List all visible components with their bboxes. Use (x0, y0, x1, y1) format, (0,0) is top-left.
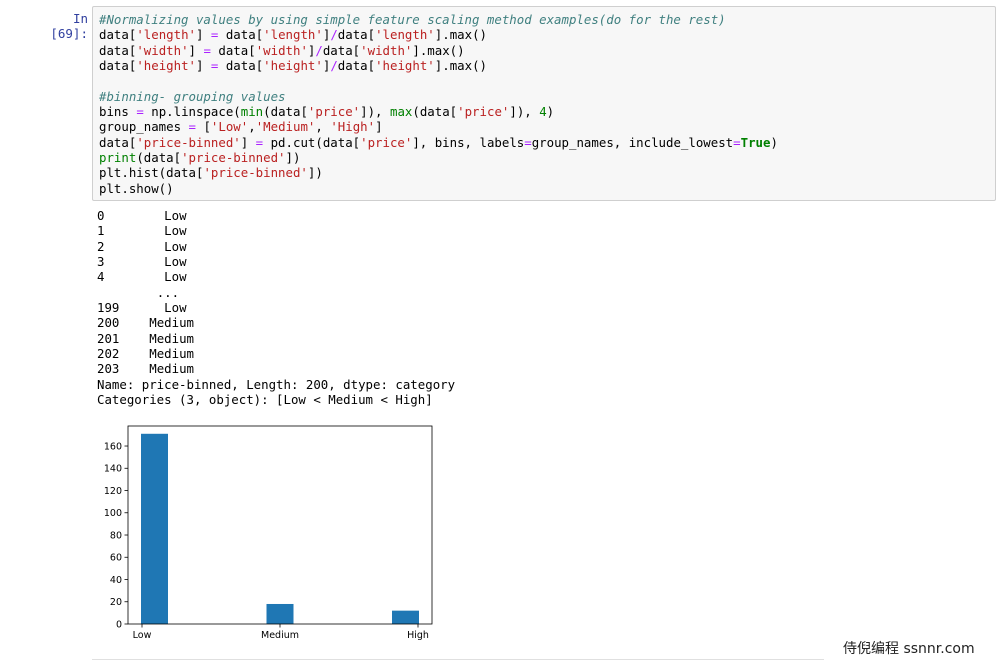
y-tick-label-120: 120 (104, 486, 122, 497)
output-row-2-value: Low (164, 238, 187, 254)
code-comment-binning: #binning- grouping values (99, 88, 286, 104)
bar-medium (266, 603, 294, 624)
y-tick-label-160: 160 (104, 441, 122, 452)
output-row-10-value: Medium (149, 361, 194, 377)
output-row-8-value: Medium (149, 330, 194, 346)
output-row-0-value: Low (164, 208, 187, 223)
output-row-3-value: Low (164, 254, 187, 270)
output-row-7-index: 200 (97, 315, 120, 331)
output-row-4-value: Low (164, 269, 187, 285)
output-row-1-index: 1 (97, 223, 105, 239)
output-row-9-value: Medium (149, 346, 194, 362)
y-tick-label-80: 80 (110, 530, 122, 541)
y-tick-label-60: 60 (110, 553, 122, 564)
x-tick-label-medium: Medium (261, 630, 299, 641)
output-row-6-value: Low (164, 300, 187, 316)
cell-prompt: In [69]: (50, 11, 88, 41)
output-row-2-index: 2 (97, 238, 105, 254)
output-row-8-index: 201 (97, 330, 120, 346)
output-row-ellipsis: ... (156, 284, 180, 300)
output-row-6-index: 199 (97, 300, 120, 316)
histogram-chart: 0 20 40 60 80 100 120 140 160 Low Medium High (104, 425, 433, 641)
cell-output-text: 0 Low 1 Low 2 Low 3 Low 4 Low ... 199 Lo… (97, 208, 455, 407)
output-row-3-index: 3 (97, 254, 105, 270)
code-input-area[interactable]: #Normalizing values by using simple feat… (92, 6, 996, 201)
x-tick-label-low: Low (133, 630, 152, 641)
output-row-4-index: 4 (97, 269, 105, 285)
output-row-7-value: Medium (149, 315, 194, 331)
y-tick-label-0: 0 (116, 619, 122, 630)
x-tick-label-high: High (407, 630, 429, 641)
y-tick-label-140: 140 (104, 464, 122, 475)
output-row-10-index: 203 (97, 361, 120, 377)
output-row-9-index: 202 (97, 346, 120, 362)
output-name-line: Name: price-binned, Length: 200, dtype: … (97, 376, 456, 392)
output-row-0-index: 0 (97, 208, 105, 223)
code-editor[interactable]: #Normalizing values by using simple feat… (99, 12, 778, 196)
bar-high (392, 610, 419, 624)
cell-divider (92, 659, 824, 660)
plot-frame (127, 425, 433, 625)
y-tick-label-20: 20 (110, 597, 122, 608)
bar-low (141, 433, 168, 624)
code-comment-normalizing: #Normalizing values by using simple feat… (99, 12, 726, 27)
y-tick-label-100: 100 (104, 508, 122, 519)
y-tick-label-40: 40 (110, 575, 122, 586)
watermark: 侍倪编程 ssnnr.com (843, 641, 975, 657)
output-categories-line: Categories (3, object): [Low < Medium < … (97, 392, 433, 408)
output-row-1-value: Low (164, 223, 187, 239)
